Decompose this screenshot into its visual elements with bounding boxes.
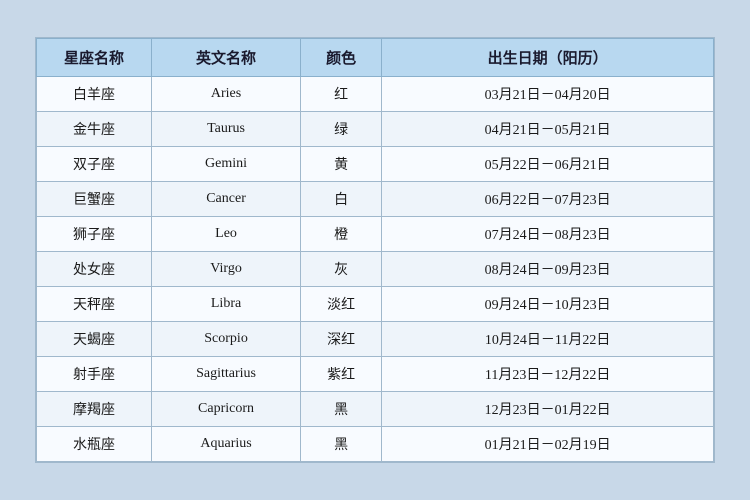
- header-color: 颜色: [301, 39, 382, 77]
- table-row: 水瓶座Aquarius黑01月21日－02月19日: [37, 427, 714, 462]
- cell-color: 绿: [301, 112, 382, 147]
- cell-color: 紫红: [301, 357, 382, 392]
- cell-color: 红: [301, 77, 382, 112]
- table-row: 天秤座Libra淡红09月24日－10月23日: [37, 287, 714, 322]
- cell-color: 黄: [301, 147, 382, 182]
- cell-date: 08月24日－09月23日: [382, 252, 714, 287]
- cell-zh: 天秤座: [37, 287, 152, 322]
- zodiac-table: 星座名称 英文名称 颜色 出生日期（阳历） 白羊座Aries红03月21日－04…: [36, 38, 714, 462]
- table-row: 金牛座Taurus绿04月21日－05月21日: [37, 112, 714, 147]
- cell-en: Sagittarius: [152, 357, 301, 392]
- cell-date: 05月22日－06月21日: [382, 147, 714, 182]
- table-row: 摩羯座Capricorn黑12月23日－01月22日: [37, 392, 714, 427]
- cell-color: 深红: [301, 322, 382, 357]
- header-en: 英文名称: [152, 39, 301, 77]
- cell-zh: 巨蟹座: [37, 182, 152, 217]
- cell-color: 橙: [301, 217, 382, 252]
- cell-date: 06月22日－07月23日: [382, 182, 714, 217]
- table-row: 巨蟹座Cancer白06月22日－07月23日: [37, 182, 714, 217]
- cell-date: 01月21日－02月19日: [382, 427, 714, 462]
- cell-date: 09月24日－10月23日: [382, 287, 714, 322]
- table-row: 双子座Gemini黄05月22日－06月21日: [37, 147, 714, 182]
- cell-en: Leo: [152, 217, 301, 252]
- table-row: 狮子座Leo橙07月24日－08月23日: [37, 217, 714, 252]
- table-row: 射手座Sagittarius紫红11月23日－12月22日: [37, 357, 714, 392]
- cell-zh: 天蝎座: [37, 322, 152, 357]
- cell-en: Libra: [152, 287, 301, 322]
- cell-zh: 摩羯座: [37, 392, 152, 427]
- cell-en: Cancer: [152, 182, 301, 217]
- cell-date: 03月21日－04月20日: [382, 77, 714, 112]
- table-row: 处女座Virgo灰08月24日－09月23日: [37, 252, 714, 287]
- cell-zh: 射手座: [37, 357, 152, 392]
- zodiac-table-container: 星座名称 英文名称 颜色 出生日期（阳历） 白羊座Aries红03月21日－04…: [35, 37, 715, 463]
- cell-zh: 处女座: [37, 252, 152, 287]
- table-row: 天蝎座Scorpio深红10月24日－11月22日: [37, 322, 714, 357]
- cell-zh: 狮子座: [37, 217, 152, 252]
- cell-color: 黑: [301, 427, 382, 462]
- cell-zh: 金牛座: [37, 112, 152, 147]
- cell-en: Gemini: [152, 147, 301, 182]
- cell-zh: 水瓶座: [37, 427, 152, 462]
- cell-en: Aquarius: [152, 427, 301, 462]
- cell-en: Aries: [152, 77, 301, 112]
- cell-color: 黑: [301, 392, 382, 427]
- cell-date: 10月24日－11月22日: [382, 322, 714, 357]
- cell-zh: 白羊座: [37, 77, 152, 112]
- cell-date: 07月24日－08月23日: [382, 217, 714, 252]
- cell-en: Scorpio: [152, 322, 301, 357]
- header-date: 出生日期（阳历）: [382, 39, 714, 77]
- cell-date: 12月23日－01月22日: [382, 392, 714, 427]
- cell-color: 灰: [301, 252, 382, 287]
- cell-date: 11月23日－12月22日: [382, 357, 714, 392]
- cell-en: Capricorn: [152, 392, 301, 427]
- table-row: 白羊座Aries红03月21日－04月20日: [37, 77, 714, 112]
- header-zh: 星座名称: [37, 39, 152, 77]
- cell-en: Taurus: [152, 112, 301, 147]
- cell-color: 淡红: [301, 287, 382, 322]
- table-header-row: 星座名称 英文名称 颜色 出生日期（阳历）: [37, 39, 714, 77]
- cell-date: 04月21日－05月21日: [382, 112, 714, 147]
- cell-en: Virgo: [152, 252, 301, 287]
- cell-color: 白: [301, 182, 382, 217]
- cell-zh: 双子座: [37, 147, 152, 182]
